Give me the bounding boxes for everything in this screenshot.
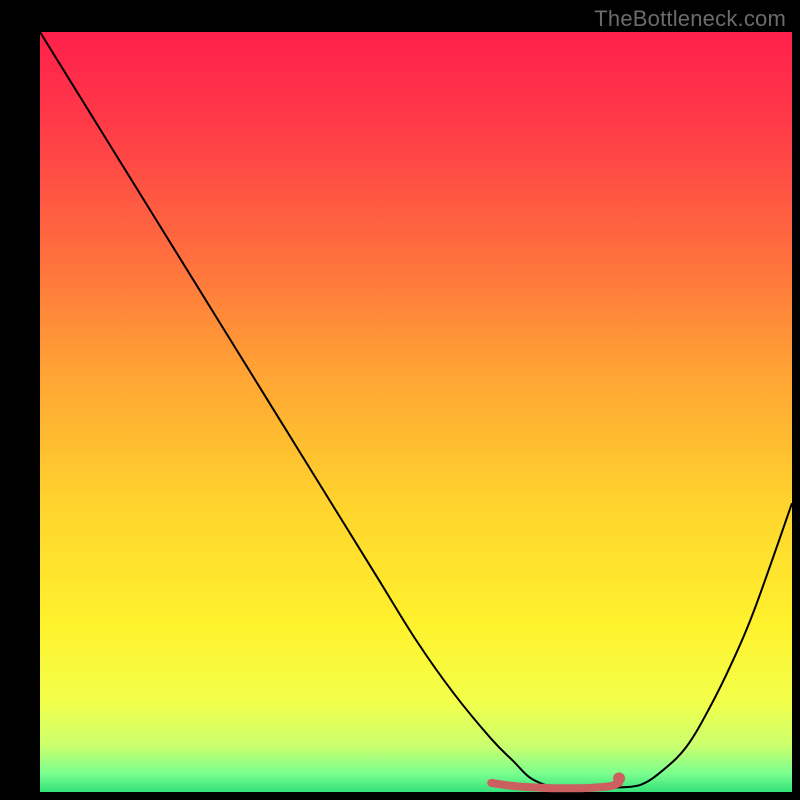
plot-background: [40, 32, 792, 792]
chart-stage: TheBottleneck.com: [0, 0, 800, 800]
bottleneck-chart: [0, 0, 800, 800]
watermark-text: TheBottleneck.com: [594, 6, 786, 32]
optimal-dot: [613, 772, 625, 784]
